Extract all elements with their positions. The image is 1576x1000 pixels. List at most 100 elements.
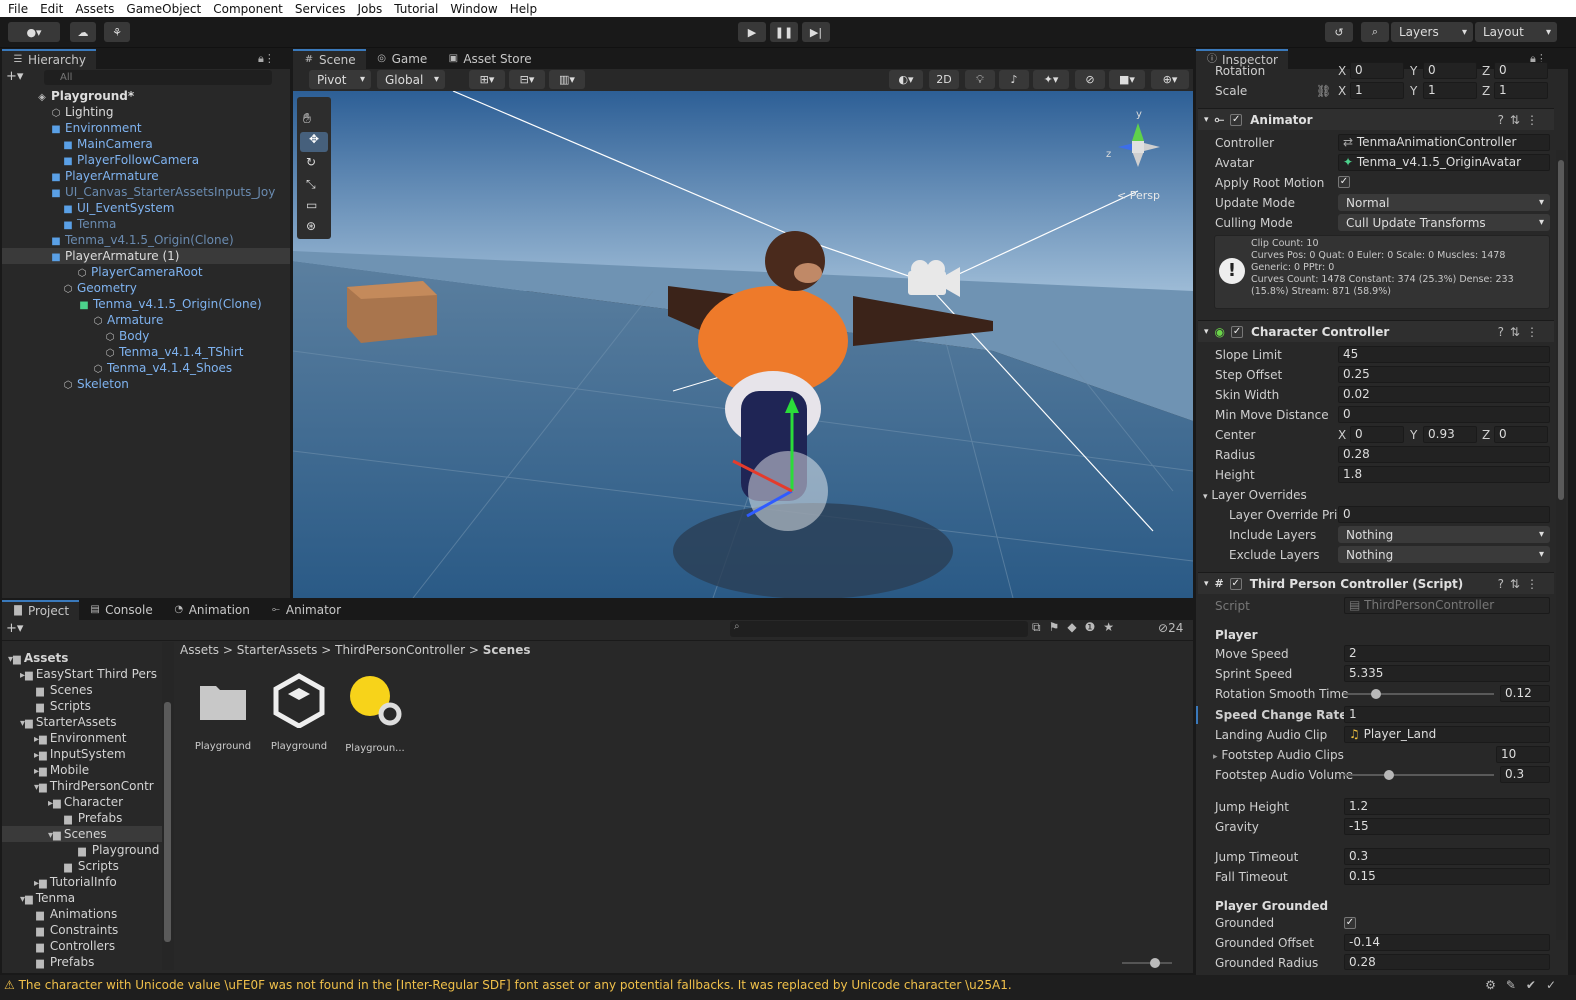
scale-z-field[interactable]: 1 xyxy=(1494,82,1548,99)
project-filter-buttons[interactable]: ⧉⚑◆❶★ xyxy=(1032,620,1122,635)
height-field[interactable]: 1.8 xyxy=(1338,466,1550,483)
breadcrumb-item[interactable]: Scenes xyxy=(483,643,531,657)
tree-item[interactable]: ▆ Scenes xyxy=(34,682,93,698)
tree-item[interactable]: ▆ Playground xyxy=(76,842,159,858)
global-dropdown[interactable]: Global xyxy=(377,70,445,89)
link-icon[interactable]: ⛓ xyxy=(1316,83,1331,99)
breadcrumb-item[interactable]: Assets xyxy=(180,643,219,657)
tab-scene[interactable]: # Scene xyxy=(293,49,366,69)
tree-item[interactable]: ▆ Scripts xyxy=(34,698,91,714)
apply-root-motion-checkbox[interactable]: ✓ xyxy=(1338,176,1350,188)
radius-field[interactable]: 0.28 xyxy=(1338,446,1550,463)
increment-snap-button[interactable]: ▥▾ xyxy=(549,70,585,89)
exclude-layers-dropdown[interactable]: Nothing xyxy=(1338,546,1550,563)
skin-width-field[interactable]: 0.02 xyxy=(1338,386,1550,403)
camera-settings-button[interactable]: ■▾ xyxy=(1109,70,1145,89)
jump-timeout-field[interactable]: 0.3 xyxy=(1344,848,1550,865)
hand-tool-icon[interactable]: ✋︎ xyxy=(303,111,311,127)
layers-dropdown[interactable]: Layers xyxy=(1391,22,1473,42)
status-icons[interactable]: ⚙✎✔✓ xyxy=(1485,975,1566,995)
fall-timeout-field[interactable]: 0.15 xyxy=(1344,868,1550,885)
gizmos-button[interactable]: ⊕▾ xyxy=(1151,70,1189,89)
tree-item[interactable]: ▸▆ Mobile xyxy=(34,762,89,778)
hierarchy-item[interactable]: ⬡ Body xyxy=(104,328,150,344)
pause-button[interactable]: ❚❚ xyxy=(770,22,798,42)
scale-x-field[interactable]: 1 xyxy=(1350,82,1404,99)
breadcrumb-item[interactable]: StarterAssets xyxy=(237,643,318,657)
effects-toggle[interactable]: ✦▾ xyxy=(1033,70,1069,89)
hierarchy-item[interactable]: ■ PlayerFollowCamera xyxy=(62,152,199,168)
hierarchy-item[interactable]: ■ MainCamera xyxy=(62,136,152,152)
update-mode-dropdown[interactable]: Normal xyxy=(1338,194,1550,211)
grounded-offset-field[interactable]: -0.14 xyxy=(1344,934,1550,951)
asset-folder[interactable]: Playground xyxy=(190,676,256,756)
controller-field[interactable]: ⇄ TenmaAnimationController xyxy=(1338,134,1550,151)
tree-item[interactable]: ▸▆ EasyStart Third Pers xyxy=(20,666,157,682)
min-move-distance-field[interactable]: 0 xyxy=(1338,406,1550,423)
hierarchy-item-scene[interactable]: ◈ Playground* xyxy=(36,88,290,104)
account-button[interactable]: ●▾ xyxy=(8,22,60,42)
pivot-dropdown[interactable]: Pivot xyxy=(309,70,371,89)
hierarchy-item[interactable]: ■ Tenma xyxy=(62,216,116,232)
avatar-field[interactable]: ✦ Tenma_v4.1.5_OriginAvatar xyxy=(1338,154,1550,171)
menu-services[interactable]: Services xyxy=(295,2,353,16)
footstep-audio-clips-foldout[interactable]: ▸ Footstep Audio Clips xyxy=(1213,747,1344,765)
hierarchy-item[interactable]: ■ PlayerArmature xyxy=(50,168,158,184)
play-button[interactable]: ▶ xyxy=(738,22,766,42)
audio-toggle[interactable]: ♪ xyxy=(999,70,1029,89)
history-button[interactable]: ↺ xyxy=(1325,22,1353,42)
hierarchy-item[interactable]: ■ Environment xyxy=(50,120,141,136)
tab-project[interactable]: ▇ Project xyxy=(2,600,80,620)
asset-scene[interactable]: Playground xyxy=(266,672,332,756)
gravity-field[interactable]: -15 xyxy=(1344,818,1550,835)
tab-console[interactable]: ▤ Console xyxy=(79,600,163,620)
tree-item[interactable]: ▸▆ Environment xyxy=(34,730,126,746)
tab-animator[interactable]: ⟜ Animator xyxy=(260,600,351,620)
tpc-enabled-checkbox[interactable]: ✓ xyxy=(1229,577,1242,590)
hidden-toggle[interactable]: ⊘ xyxy=(1075,70,1105,89)
hierarchy-item[interactable]: ⬡ PlayerCameraRoot xyxy=(76,264,203,280)
footstep-audio-volume-slider[interactable] xyxy=(1344,774,1494,776)
2d-toggle[interactable]: 2D xyxy=(929,70,959,89)
icon-size-slider[interactable] xyxy=(1122,958,1172,968)
menu-help[interactable]: Help xyxy=(510,2,544,16)
hierarchy-item[interactable]: ■ UI_Canvas_StarterAssetsInputs_Joy xyxy=(50,184,276,200)
menu-edit[interactable]: Edit xyxy=(40,2,70,16)
inspector-scrollbar[interactable] xyxy=(1556,150,1566,940)
tree-item[interactable]: ▸▆ InputSystem xyxy=(34,746,126,762)
tree-item[interactable]: ▆ Prefabs xyxy=(34,954,94,970)
animator-enabled-checkbox[interactable]: ✓ xyxy=(1230,113,1243,126)
scale-y-field[interactable]: 1 xyxy=(1423,82,1477,99)
tree-item[interactable]: ▸▆ Character xyxy=(48,794,123,810)
hierarchy-item[interactable]: ■ Tenma_v4.1.5_Origin(Clone) xyxy=(50,232,233,248)
tree-item[interactable]: ▆ Prefabs xyxy=(62,810,122,826)
search-button[interactable]: ⌕ xyxy=(1361,22,1389,42)
asset-lighting-settings[interactable]: Playgroun... xyxy=(342,674,408,756)
collab-button[interactable]: ⚘ xyxy=(104,22,130,42)
jump-height-field[interactable]: 1.2 xyxy=(1344,798,1550,815)
cloud-button[interactable]: ☁ xyxy=(70,22,96,42)
third-person-controller-header[interactable]: ▾ # ✓ Third Person Controller (Script) ?… xyxy=(1198,572,1554,594)
transform-tool-icon[interactable]: ⊛ xyxy=(306,219,316,233)
grounded-checkbox[interactable]: ✓ xyxy=(1344,917,1356,929)
project-search-input[interactable]: ⌕ xyxy=(730,621,1028,637)
tree-scrollbar[interactable] xyxy=(162,642,174,970)
tree-item[interactable]: ▸▆ TutorialInfo xyxy=(34,874,117,890)
footstep-audio-volume-knob[interactable] xyxy=(1384,770,1394,780)
rotation-smooth-time-knob[interactable] xyxy=(1370,689,1381,699)
component-menu-icons[interactable]: ?⇅⋮ xyxy=(1498,325,1544,339)
hierarchy-item[interactable]: ⬡ Armature xyxy=(92,312,164,328)
tab-asset-store[interactable]: ▣ Asset Store xyxy=(437,49,541,69)
menu-gameobject[interactable]: GameObject xyxy=(126,2,208,16)
tree-item[interactable]: ▆ Scripts xyxy=(62,858,119,874)
menu-component[interactable]: Component xyxy=(213,2,290,16)
menu-file[interactable]: File xyxy=(8,2,35,16)
layer-override-priority-field[interactable]: 0 xyxy=(1338,506,1550,523)
scale-tool-icon[interactable]: ⤡ xyxy=(306,177,316,192)
rotate-tool-icon[interactable]: ↻ xyxy=(306,155,316,169)
tree-item[interactable]: ▾▆ StarterAssets xyxy=(20,714,117,730)
tree-item[interactable]: ▾▆ Tenma xyxy=(20,890,75,906)
footstep-audio-volume-field[interactable]: 0.3 xyxy=(1500,766,1550,783)
center-x-field[interactable]: 0 xyxy=(1350,426,1404,443)
menu-jobs[interactable]: Jobs xyxy=(358,2,390,16)
